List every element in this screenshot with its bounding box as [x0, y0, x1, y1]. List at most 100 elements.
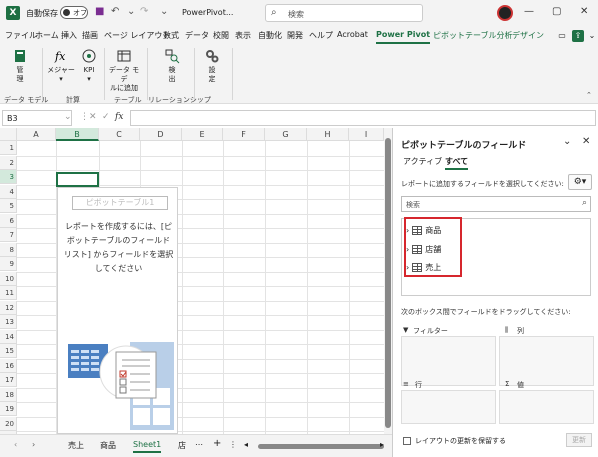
update-button[interactable]: 更新: [566, 433, 592, 447]
defer-update-checkbox[interactable]: [403, 437, 411, 445]
scroll-thumb[interactable]: [385, 138, 391, 428]
tab-power-pivot[interactable]: Power Pivot: [376, 30, 431, 44]
vertical-scrollbar[interactable]: [384, 128, 392, 434]
row-header[interactable]: 2: [0, 155, 17, 170]
tab-automate[interactable]: 自動化: [258, 30, 282, 41]
tab-home[interactable]: ホーム: [35, 30, 59, 41]
active-cell[interactable]: [56, 172, 99, 187]
tab-help[interactable]: ヘルプ: [309, 30, 333, 41]
column-header[interactable]: A: [17, 128, 56, 141]
tab-acrobat[interactable]: Acrobat: [337, 30, 368, 39]
cancel-icon[interactable]: ✕: [89, 112, 97, 122]
select-all-corner[interactable]: [0, 128, 17, 141]
pivot-table-placeholder[interactable]: ピボットテーブル1 レポートを作成するには、[ピボットテーブルのフィールド リス…: [57, 187, 178, 434]
row-header[interactable]: 6: [0, 213, 17, 228]
rows-drop-area[interactable]: [401, 390, 496, 424]
tab-pivot-analyze[interactable]: ピボットテーブル分析: [433, 30, 513, 41]
pane-options-icon[interactable]: ⌄: [563, 136, 571, 147]
sheet-tab[interactable]: 店: [178, 440, 186, 451]
worksheet-grid[interactable]: A B C D E F G H I 1 2 3 4 5 6 7 8 9 10 11 12 13 14 15 1…: [0, 128, 392, 434]
file-name[interactable]: PowerPivot...: [182, 8, 233, 17]
row-header[interactable]: 5: [0, 199, 17, 213]
avatar[interactable]: [497, 5, 513, 21]
prev-sheet-icon[interactable]: ‹: [14, 440, 17, 449]
sheet-tab[interactable]: 売上: [68, 440, 84, 451]
insert-function-icon[interactable]: fx: [115, 112, 123, 122]
tab-file[interactable]: ファイル: [5, 30, 37, 41]
share-icon[interactable]: ⇪: [572, 30, 584, 42]
add-sheet-icon[interactable]: +: [213, 438, 221, 449]
tab-active-fields[interactable]: アクティブ: [403, 156, 442, 167]
filter-drop-area[interactable]: [401, 336, 496, 386]
namebox-dropdown-icon[interactable]: ⌄: [64, 112, 72, 122]
tab-insert[interactable]: 挿入: [61, 30, 77, 41]
name-box[interactable]: B3: [2, 110, 72, 126]
field-item[interactable]: › 店舗: [406, 244, 441, 255]
close-pane-icon[interactable]: ✕: [582, 136, 590, 147]
expand-icon[interactable]: ›: [406, 263, 409, 272]
kpi-button[interactable]: KPI ▾: [78, 48, 100, 84]
expand-icon[interactable]: ›: [406, 245, 409, 254]
tab-review[interactable]: 校閲: [213, 30, 229, 41]
search-box[interactable]: ⌕ 検索: [265, 4, 423, 22]
row-header[interactable]: 20: [0, 416, 17, 431]
autosave-toggle[interactable]: オフ: [60, 6, 88, 19]
tab-all-fields[interactable]: すべて: [445, 156, 469, 170]
enter-icon[interactable]: ✓: [102, 112, 110, 122]
column-header[interactable]: H: [307, 128, 349, 141]
collapse-ribbon-icon[interactable]: ⌃: [586, 91, 592, 99]
customize-qat-icon[interactable]: ⌄: [160, 6, 168, 17]
undo-dropdown-icon[interactable]: ⌄: [127, 6, 135, 17]
tab-design[interactable]: デザイン: [512, 30, 544, 41]
undo-icon[interactable]: ↶: [111, 6, 119, 17]
row-header[interactable]: 17: [0, 373, 17, 387]
values-drop-area[interactable]: [499, 390, 594, 424]
field-search-input[interactable]: 検索 ⌕: [401, 196, 591, 212]
next-sheet-icon[interactable]: ›: [32, 440, 35, 449]
row-header[interactable]: 12: [0, 300, 17, 315]
row-header[interactable]: 4: [0, 184, 17, 199]
row-header[interactable]: 9: [0, 257, 17, 271]
row-header[interactable]: 1: [0, 141, 17, 155]
comments-icon[interactable]: ▭: [556, 30, 568, 42]
field-item[interactable]: › 商品: [406, 225, 441, 236]
column-header[interactable]: D: [140, 128, 182, 141]
tab-page-layout[interactable]: ページ レイアウト: [104, 30, 170, 41]
more-sheets-icon[interactable]: ⋯: [195, 440, 203, 449]
row-header[interactable]: 7: [0, 228, 17, 242]
minimize-icon[interactable]: —: [524, 6, 534, 17]
field-item[interactable]: › 売上: [406, 262, 441, 273]
field-settings-button[interactable]: ⚙▾: [568, 174, 592, 190]
row-header[interactable]: 8: [0, 242, 17, 257]
share-dropdown-icon[interactable]: ⌄: [586, 30, 598, 42]
row-header[interactable]: 10: [0, 271, 17, 286]
column-header[interactable]: E: [182, 128, 223, 141]
add-to-data-model-button[interactable]: データ モデ ルに追加: [106, 48, 142, 93]
redo-icon[interactable]: ↷: [140, 6, 148, 17]
row-header[interactable]: 16: [0, 358, 17, 373]
measure-button[interactable]: fx メジャー ▾: [47, 48, 75, 84]
column-header[interactable]: F: [223, 128, 265, 141]
manage-button[interactable]: 管 理: [6, 48, 34, 84]
row-header[interactable]: 18: [0, 387, 17, 402]
scroll-left-icon[interactable]: ◂: [244, 440, 248, 449]
row-header[interactable]: 11: [0, 286, 17, 300]
column-header[interactable]: I: [349, 128, 384, 141]
column-header[interactable]: C: [99, 128, 140, 141]
column-header[interactable]: B: [56, 128, 99, 141]
scroll-right-icon[interactable]: ▸: [380, 440, 384, 449]
tab-data[interactable]: データ: [185, 30, 209, 41]
tab-view[interactable]: 表示: [235, 30, 251, 41]
tab-draw[interactable]: 描画: [82, 30, 98, 41]
sheet-tab[interactable]: 商品: [100, 440, 116, 451]
close-icon[interactable]: ✕: [580, 6, 588, 17]
expand-icon[interactable]: ›: [406, 226, 409, 235]
save-icon[interactable]: ■: [95, 6, 104, 17]
row-header[interactable]: 13: [0, 315, 17, 329]
columns-drop-area[interactable]: [499, 336, 594, 386]
column-header[interactable]: G: [265, 128, 307, 141]
row-header[interactable]: 3: [0, 170, 17, 184]
tab-developer[interactable]: 開発: [287, 30, 303, 41]
tab-formulas[interactable]: 数式: [163, 30, 179, 41]
formula-input[interactable]: [130, 110, 596, 126]
